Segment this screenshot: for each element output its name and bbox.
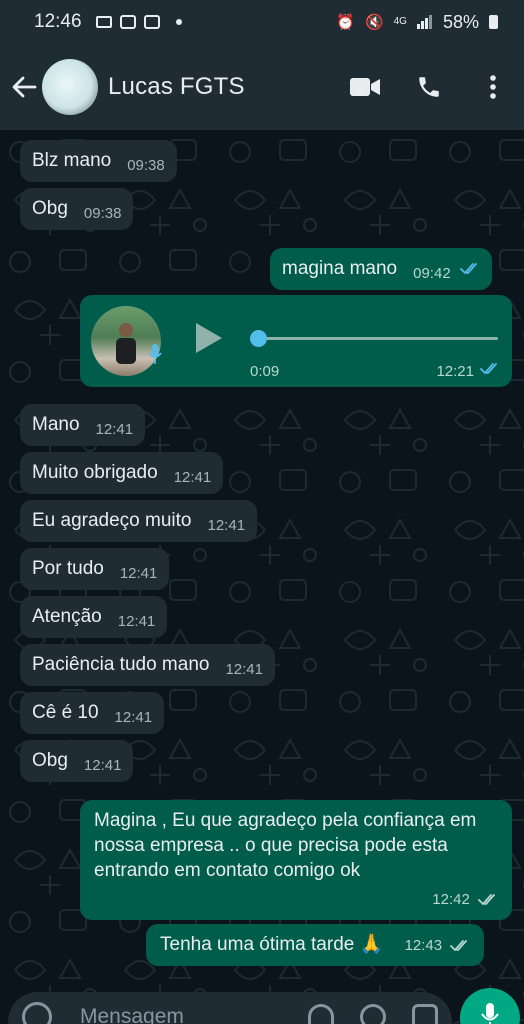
message-text: Por tudo [32,558,104,579]
message-text: Paciência tudo mano [32,654,210,675]
audio-duration: 0:09 [250,363,280,380]
alarm-icon: ⏰ [336,14,355,31]
message-time: 09:38 [127,157,165,174]
emoji-icon[interactable] [22,1002,52,1024]
back-button[interactable] [8,67,40,107]
message-time: 09:42 [413,265,451,282]
message-time: 12:41 [173,469,212,486]
battery-percent: 58% [442,11,479,32]
message-text: Blz mano [32,150,112,171]
status-time: 12:46 [34,11,82,32]
message-incoming[interactable]: Eu agradeço muito 12:41 [20,500,258,542]
message-time: 12:41 [95,421,134,438]
sender-avatar [91,306,161,376]
network-type: 4G [393,16,407,27]
message-time: 12:41 [207,517,246,534]
message-incoming[interactable]: Paciência tudo mano 12:41 [20,644,275,686]
notification-dot-icon [175,19,182,25]
message-incoming[interactable]: Por tudo 12:41 [20,548,170,590]
message-outgoing[interactable]: Tenha uma ótima tarde 🙏 12:43 [146,924,485,966]
payment-icon[interactable] [360,1004,386,1024]
camera-icon[interactable] [412,1004,438,1024]
message-text: Eu agradeço muito [32,510,192,531]
voice-call-button[interactable] [412,70,446,104]
message-time: 12:41 [119,565,158,582]
double-check-icon [450,940,468,952]
instagram-icon [143,15,160,29]
person-photo [116,323,136,364]
message-incoming[interactable]: Atenção 12:41 [20,596,168,638]
message-text: Tenha uma ótima tarde 🙏 [160,934,384,955]
signal-icon [416,15,432,29]
message-text: Obg [32,750,68,771]
message-time: 12:21 [436,363,474,380]
contact-name[interactable]: Lucas FGTS [108,73,245,101]
message-incoming[interactable]: Cê é 10 12:41 [20,692,165,734]
message-text: Magina , Eu que agradeço pela confiança … [94,810,477,881]
message-text: Obg [32,198,68,219]
instagram-icon [119,15,136,29]
laptop-icon [95,16,112,28]
message-outgoing[interactable]: Magina , Eu que agradeço pela confiança … [80,800,512,920]
message-time: 12:41 [117,613,156,630]
microphone-icon [481,1003,499,1024]
microphone-icon [148,344,162,364]
audio-progress-track[interactable] [258,337,498,340]
message-incoming[interactable]: Muito obrigado 12:41 [20,452,224,494]
battery-icon [489,15,498,29]
message-text: Cê é 10 [32,702,99,723]
more-options-button[interactable] [476,70,510,104]
phone-icon [419,77,439,97]
status-bar: 12:46 ⏰ 🔇 4G 58% [0,0,524,44]
message-time: 12:41 [83,757,122,774]
mute-icon: 🔇 [364,14,384,31]
chat-header: Lucas FGTS [0,44,524,130]
chat-area[interactable]: Blz mano 09:38 Obg 09:38 magina mano 09:42 … [0,130,524,1024]
more-vertical-icon [490,75,496,99]
message-incoming[interactable]: Obg 12:41 [20,740,134,782]
message-outgoing[interactable]: magina mano 09:42 [270,248,492,290]
contact-avatar[interactable] [42,59,98,115]
message-time: 12:41 [225,661,263,678]
play-button[interactable] [194,321,224,360]
voice-message[interactable]: 0:09 12:21 [80,295,512,387]
video-camera-icon [350,78,380,96]
message-incoming[interactable]: Mano 12:41 [20,404,146,446]
message-incoming[interactable]: Obg 09:38 [20,188,134,230]
message-text: Muito obrigado [32,462,158,483]
message-text: Atenção [32,606,102,627]
double-check-icon [478,894,495,906]
attachment-icon[interactable] [308,1004,334,1024]
message-time: 12:41 [114,709,153,726]
message-input[interactable]: Mensagem [80,1005,184,1024]
play-icon [196,323,222,353]
message-time: 12:43 [404,937,443,954]
message-composer[interactable]: Mensagem [8,992,452,1024]
audio-progress-knob[interactable] [250,330,267,347]
message-incoming[interactable]: Blz mano 09:38 [20,140,177,182]
arrow-left-icon [12,76,37,98]
double-check-icon [480,363,497,375]
double-check-icon [460,263,477,275]
message-time: 09:38 [83,205,122,222]
message-time: 12:42 [432,891,470,908]
message-text: magina mano [282,258,398,279]
message-text: Mano [32,414,80,435]
video-call-button[interactable] [348,70,382,104]
